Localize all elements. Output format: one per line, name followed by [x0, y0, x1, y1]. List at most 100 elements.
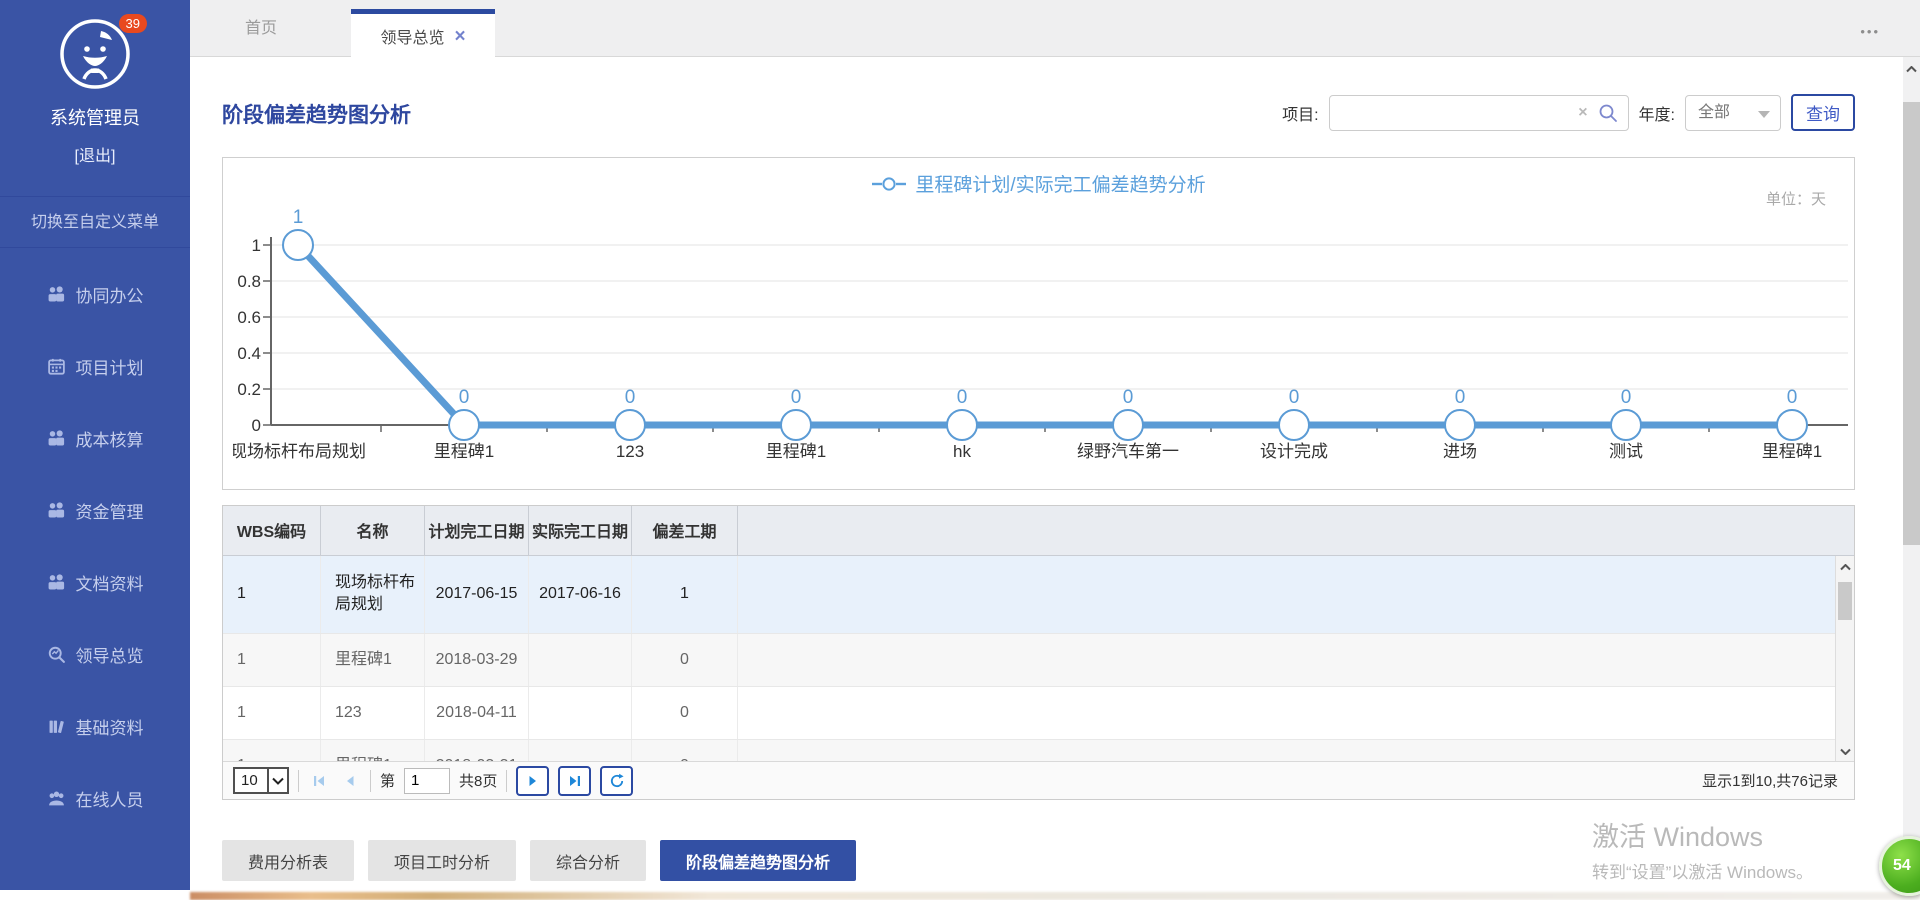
table-scrollbar-thumb[interactable] [1838, 582, 1852, 620]
table-header-row: WBS编码名称计划完工日期实际完工日期偏差工期 [223, 506, 1854, 556]
search-icon[interactable] [1598, 103, 1618, 123]
cell-wbs: 1 [223, 556, 321, 633]
project-label: 项目: [1282, 101, 1318, 125]
page-title: 阶段偏差趋势图分析 [222, 99, 411, 129]
trend-line-chart: 00.20.40.60.811现场标杆布局规划0里程碑101230里程碑10hk… [233, 200, 1863, 485]
column-header[interactable]: 计划完工日期 [425, 506, 529, 555]
cell-actual: 2017-06-16 [529, 556, 632, 633]
column-header[interactable]: 名称 [321, 506, 425, 555]
page-scrollbar[interactable] [1903, 57, 1920, 890]
column-header[interactable]: 实际完工日期 [529, 506, 632, 555]
last-page-button[interactable] [558, 766, 591, 796]
chart-legend: 里程碑计划/实际完工偏差趋势分析 [223, 170, 1854, 197]
sidebar-menu: 协同办公项目计划成本核算资金管理文档资料领导总览基础资料在线人员 [0, 248, 190, 834]
page-size-value: 10 [235, 772, 267, 789]
table-scroll-up-icon[interactable] [1837, 559, 1854, 576]
cell-plan: 2018-03-31 [425, 740, 529, 762]
tab-home[interactable]: 首页 [245, 0, 277, 57]
first-page-button[interactable] [308, 768, 330, 794]
cell-dev: 0 [632, 740, 738, 762]
next-page-button[interactable] [516, 766, 549, 796]
people-icon [47, 285, 66, 304]
table-row[interactable]: 1里程碑12018-03-31 0 [223, 740, 1854, 762]
table-scroll-down-icon[interactable] [1837, 743, 1854, 760]
svg-text:0: 0 [252, 416, 261, 435]
page-number-input[interactable] [404, 768, 450, 794]
sidebar-item-label: 协同办公 [76, 282, 144, 307]
cell-wbs: 1 [223, 740, 321, 762]
filter-bar: 项目: × 年度: 全部 查询 [1282, 94, 1855, 131]
scroll-up-icon[interactable] [1903, 61, 1920, 78]
select-arrow-icon [267, 767, 289, 794]
tab-label: 领导总览 [380, 24, 444, 48]
table-scrollbar[interactable] [1835, 556, 1854, 762]
project-search-input[interactable] [1330, 96, 1569, 130]
query-button[interactable]: 查询 [1791, 94, 1855, 131]
table-row[interactable]: 11232018-04-110 [223, 687, 1854, 740]
logout-link[interactable]: [退出] [0, 142, 190, 166]
column-header-filler [738, 506, 1854, 555]
divider [506, 770, 507, 792]
more-options-icon[interactable]: ••• [1860, 24, 1880, 39]
pagination-bar: 10 第 共8页 [223, 761, 1854, 799]
year-select-value: 全部 [1698, 104, 1730, 121]
clear-icon[interactable]: × [1578, 104, 1587, 122]
svg-text:0.2: 0.2 [237, 380, 261, 399]
svg-text:0.4: 0.4 [237, 344, 261, 363]
people-icon [47, 573, 66, 592]
sidebar-item-documents[interactable]: 文档资料 [0, 546, 190, 618]
year-select[interactable]: 全部 [1685, 95, 1781, 131]
next-page-icon [526, 774, 540, 788]
overlay-count: 54 [1893, 857, 1911, 875]
refresh-button[interactable] [600, 766, 633, 796]
bottom-tab-stage-deviation-trend[interactable]: 阶段偏差趋势图分析 [660, 840, 856, 881]
year-label: 年度: [1639, 101, 1675, 125]
svg-text:1: 1 [252, 236, 261, 255]
sidebar-item-basic-data[interactable]: 基础资料 [0, 690, 190, 762]
svg-text:0.6: 0.6 [237, 308, 261, 327]
cell-name: 123 [321, 687, 425, 739]
svg-text:0: 0 [1123, 387, 1134, 408]
people-icon [47, 429, 66, 448]
svg-text:1: 1 [293, 207, 304, 228]
last-page-icon [568, 774, 582, 788]
page-size-select[interactable]: 10 [233, 767, 289, 794]
bottom-tab-comprehensive-analysis[interactable]: 综合分析 [530, 840, 646, 881]
bottom-tab-expense-analysis[interactable]: 费用分析表 [222, 840, 354, 881]
table-row[interactable]: 1里程碑12018-03-290 [223, 634, 1854, 687]
tab-close-icon[interactable]: × [454, 27, 465, 46]
table-body: 1现场标杆布局规划2017-06-152017-06-1611里程碑12018-… [223, 556, 1854, 762]
sidebar-item-collaboration[interactable]: 协同办公 [0, 258, 190, 330]
switch-menu-button[interactable]: 切换至自定义菜单 [0, 196, 190, 248]
total-pages-label: 共8页 [459, 770, 497, 791]
svg-text:0: 0 [1621, 387, 1632, 408]
svg-text:0: 0 [625, 387, 636, 408]
chart-search-icon [47, 645, 66, 664]
bottom-tab-project-hours-analysis[interactable]: 项目工时分析 [368, 840, 516, 881]
svg-text:现场标杆布局规划: 现场标杆布局规划 [233, 442, 366, 461]
sidebar-item-leader-overview[interactable]: 领导总览 [0, 618, 190, 690]
cell-actual [529, 634, 632, 686]
tab-leader-overview[interactable]: 领导总览 × [351, 9, 495, 58]
sidebar-item-project-plan[interactable]: 项目计划 [0, 330, 190, 402]
sidebar-item-label: 成本核算 [76, 426, 144, 451]
cell-name: 里程碑1 [321, 740, 425, 762]
table-row[interactable]: 1现场标杆布局规划2017-06-152017-06-161 [223, 556, 1854, 634]
prev-page-button[interactable] [339, 768, 361, 794]
scrollbar-thumb[interactable] [1903, 102, 1920, 545]
avatar[interactable]: 39 [57, 16, 133, 92]
column-header[interactable]: 偏差工期 [632, 506, 738, 555]
sidebar-item-online-users[interactable]: 在线人员 [0, 762, 190, 834]
sidebar-item-fund-management[interactable]: 资金管理 [0, 474, 190, 546]
record-summary: 显示1到10,共76记录 [1702, 770, 1844, 791]
people-icon [47, 501, 66, 520]
svg-text:里程碑1: 里程碑1 [434, 442, 494, 461]
column-header[interactable]: WBS编码 [223, 506, 321, 555]
cell-name: 里程碑1 [321, 634, 425, 686]
sidebar-item-cost-accounting[interactable]: 成本核算 [0, 402, 190, 474]
notification-badge: 39 [119, 14, 147, 33]
cell-plan: 2018-03-29 [425, 634, 529, 686]
chevron-down-icon [1758, 111, 1770, 118]
desktop-edge-strip [190, 892, 1920, 900]
svg-text:进场: 进场 [1443, 442, 1477, 461]
